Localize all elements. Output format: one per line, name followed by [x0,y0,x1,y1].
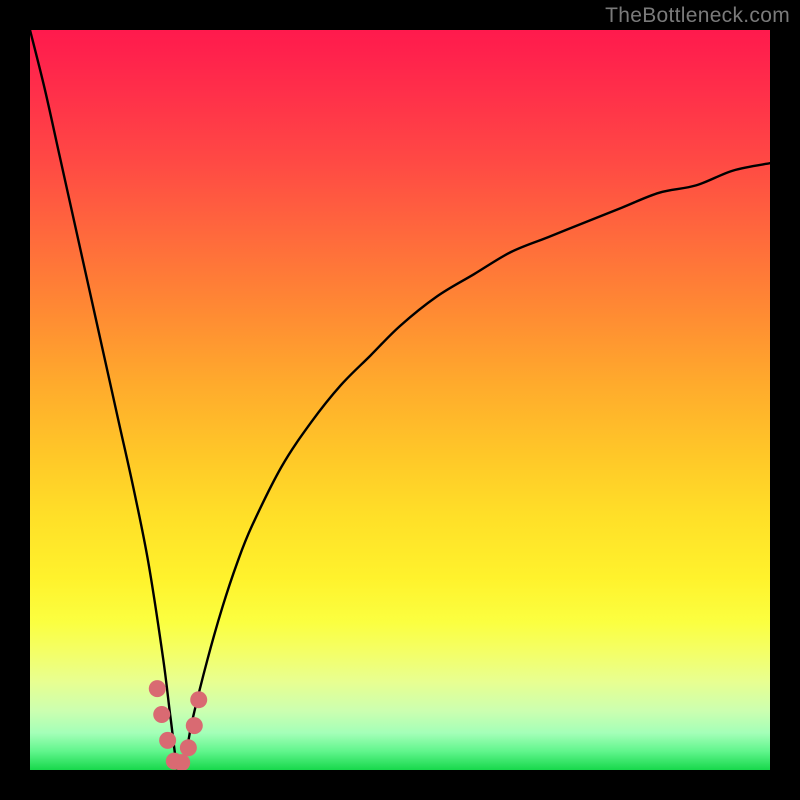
chart-frame: TheBottleneck.com [0,0,800,800]
watermark-text: TheBottleneck.com [605,4,790,28]
optimal-marker [180,739,197,756]
optimal-marker [190,691,207,708]
bottleneck-curve [30,30,770,770]
optimal-marker [149,680,166,697]
plot-area [30,30,770,770]
optimal-region-markers [149,680,207,770]
optimal-marker [153,706,170,723]
optimal-marker [159,732,176,749]
optimal-marker [186,717,203,734]
curve-layer [30,30,770,770]
